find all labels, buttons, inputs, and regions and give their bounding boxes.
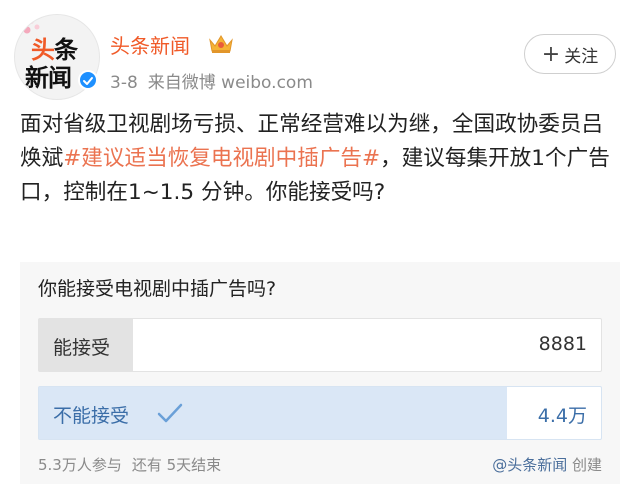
avatar-text-line2: 新闻 — [25, 64, 72, 92]
verified-badge-icon — [78, 70, 98, 90]
post-date: 3-8 — [110, 73, 138, 93]
poll-option-accept[interactable]: 能接受 8881 — [38, 318, 602, 372]
follow-label: 关注 — [564, 46, 599, 67]
poll-option-count: 8881 — [538, 333, 587, 355]
poll-footer: 5.3万人参与 还有 5天结束 @头条新闻 创建 — [38, 454, 602, 475]
post-source[interactable]: 来自微博 weibo.com — [148, 73, 313, 93]
poll-participants: 5.3万人参与 — [38, 456, 122, 474]
poll-option-label: 能接受 — [53, 337, 111, 359]
poll-option-reject[interactable]: 不能接受 4.4万 — [38, 386, 602, 440]
post-header: 头条 新闻 头条新闻 3-8 来自微博 weibo.com + 关注 — [0, 0, 640, 100]
poll-created-label: 创建 — [571, 456, 602, 474]
account-name[interactable]: 头条新闻 — [110, 30, 190, 59]
poll-card: 你能接受电视剧中插广告吗? 能接受 8881 不能接受 4.4万 5.3万人参与… — [20, 262, 620, 484]
post-meta: 3-8 来自微博 weibo.com — [110, 68, 323, 93]
avatar-text-line1: 头条 — [31, 36, 78, 64]
plus-icon: + — [541, 41, 561, 67]
follow-button[interactable]: + 关注 — [524, 34, 616, 74]
poll-option-label: 不能接受 — [53, 405, 130, 427]
poll-remaining: 还有 5天结束 — [131, 456, 222, 474]
poll-question: 你能接受电视剧中插广告吗? — [38, 278, 277, 300]
post-text: 面对省级卫视剧场亏损、正常经营难以为继，全国政协委员吕焕斌#建议适当恢复电视剧中… — [20, 108, 620, 210]
check-icon — [157, 403, 183, 423]
crown-icon — [209, 35, 233, 53]
hashtag-link[interactable]: #建议适当恢复电视剧中插广告# — [63, 146, 380, 171]
poll-creator-link[interactable]: @头条新闻 — [492, 456, 567, 474]
poll-option-count: 4.4万 — [537, 405, 587, 427]
